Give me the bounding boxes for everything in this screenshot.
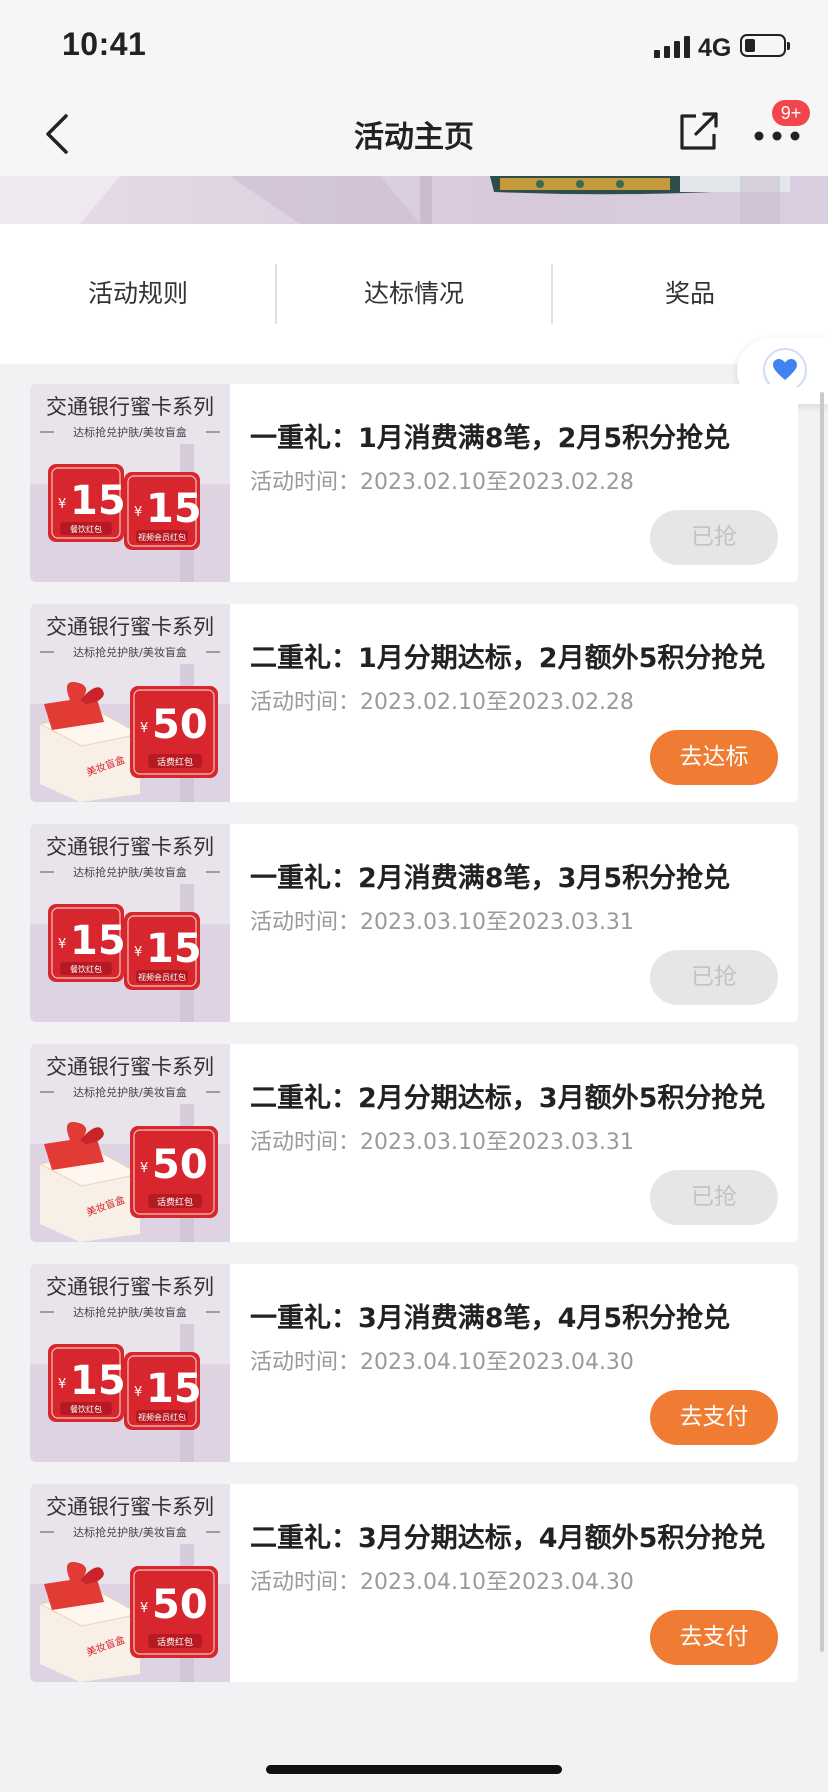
red-packet-value: 15	[146, 1366, 202, 1412]
red-packet: ¥15餐饮红包	[48, 464, 126, 542]
activity-title: 二重礼：3月分期达标，4月额外5积分抢兑	[250, 1523, 766, 1554]
currency-symbol: ¥	[140, 1601, 148, 1616]
thumb-series-subtitle: 达标抢兑护肤/美妆盲盒	[73, 1525, 187, 1539]
currency-symbol: ¥	[134, 1385, 142, 1400]
currency-symbol: ¥	[140, 1161, 148, 1176]
scrollbar[interactable]	[820, 392, 824, 1652]
activity-time: 活动时间：2023.04.10至2023.04.30	[250, 1570, 634, 1595]
red-packet-label: 餐饮红包	[70, 964, 102, 974]
currency-symbol: ¥	[58, 1377, 66, 1392]
activity-time: 活动时间：2023.02.10至2023.02.28	[250, 470, 634, 495]
heart-icon	[773, 359, 797, 380]
home-indicator[interactable]	[266, 1765, 562, 1774]
red-packet-label: 视频会员红包	[138, 532, 186, 542]
red-packet: ¥15视频会员红包	[124, 1352, 202, 1430]
activity-time: 活动时间：2023.03.10至2023.03.31	[250, 910, 634, 935]
thumb-series-subtitle: 达标抢兑护肤/美妆盲盒	[73, 425, 187, 439]
red-packet: ¥15视频会员红包	[124, 912, 202, 990]
thumb-series-title: 交通银行蜜卡系列	[46, 835, 214, 859]
activity-thumbnail: 交通银行蜜卡系列达标抢兑护肤/美妆盲盒¥ 15餐饮红包¥ 15视频会员红包	[30, 384, 230, 582]
activity-title: 一重礼：1月消费满8笔，2月5积分抢兑	[250, 423, 731, 454]
activity-title: 一重礼：2月消费满8笔，3月5积分抢兑	[250, 863, 731, 894]
activity-thumbnail: 交通银行蜜卡系列达标抢兑护肤/美妆盲盒美妆盲盒¥ 50话费红包	[30, 604, 230, 802]
activity-card: 交通银行蜜卡系列 达标抢兑护肤/美妆盲盒 美妆盲盒 ¥50 话费红包 二重礼：2月分期达…	[30, 1044, 798, 1242]
signal-icon	[654, 36, 690, 58]
activity-card: 交通银行蜜卡系列 达标抢兑护肤/美妆盲盒 美妆盲盒 ¥50 话费红包 二重礼：3月分期达…	[30, 1484, 798, 1682]
currency-symbol: ¥	[140, 721, 148, 736]
currency-symbol: ¥	[134, 505, 142, 520]
activity-action-button[interactable]: 去支付	[650, 1390, 778, 1445]
activity-card: 交通银行蜜卡系列 达标抢兑护肤/美妆盲盒 ¥15 餐饮红包 ¥15 视频会员红包 一重礼：…	[30, 1264, 798, 1462]
red-packet-value: 50	[152, 1142, 208, 1188]
activity-title: 二重礼：2月分期达标，3月额外5积分抢兑	[250, 1083, 766, 1114]
activity-title: 二重礼：1月分期达标，2月额外5积分抢兑	[250, 643, 766, 674]
activity-action-button[interactable]: 已抢	[650, 950, 778, 1005]
red-packet-label: 视频会员红包	[138, 972, 186, 982]
thumb-series-subtitle: 达标抢兑护肤/美妆盲盒	[73, 1085, 187, 1099]
red-packet-value: 15	[146, 486, 202, 532]
thumb-series-title: 交通银行蜜卡系列	[46, 1055, 214, 1079]
red-packet: ¥50 话费红包	[130, 686, 218, 778]
red-packet-value: 50	[152, 1582, 208, 1628]
red-packet: ¥50 话费红包	[130, 1126, 218, 1218]
currency-symbol: ¥	[58, 497, 66, 512]
red-packet: ¥50 话费红包	[130, 1566, 218, 1658]
red-packet-label: 餐饮红包	[70, 524, 102, 534]
banner-image	[0, 176, 828, 224]
activity-time: 活动时间：2023.03.10至2023.03.31	[250, 1130, 634, 1155]
red-packet-label: 话费红包	[157, 756, 193, 768]
activity-card: 交通银行蜜卡系列 达标抢兑护肤/美妆盲盒 ¥15 餐饮红包 ¥15 视频会员红包 一重礼：…	[30, 384, 798, 582]
currency-symbol: ¥	[58, 937, 66, 952]
thumb-series-subtitle: 达标抢兑护肤/美妆盲盒	[73, 865, 187, 879]
tab-bar: 活动规则 达标情况 奖品	[0, 224, 828, 364]
thumb-series-title: 交通银行蜜卡系列	[46, 615, 214, 639]
activity-thumbnail: 交通银行蜜卡系列达标抢兑护肤/美妆盲盒美妆盲盒¥ 50话费红包	[30, 1484, 230, 1682]
activity-time: 活动时间：2023.04.10至2023.04.30	[250, 1350, 634, 1375]
notification-badge: 9+	[772, 100, 810, 126]
activity-action-button[interactable]: 去达标	[650, 730, 778, 785]
thumb-series-subtitle: 达标抢兑护肤/美妆盲盒	[73, 1305, 187, 1319]
share-icon[interactable]	[676, 108, 722, 154]
status-time: 10:41	[62, 26, 147, 62]
activity-title: 一重礼：3月消费满8笔，4月5积分抢兑	[250, 1303, 731, 1334]
activity-time: 活动时间：2023.02.10至2023.02.28	[250, 690, 634, 715]
red-packet-label: 话费红包	[157, 1196, 193, 1208]
red-packet: ¥15视频会员红包	[124, 472, 202, 550]
activity-action-button[interactable]: 已抢	[650, 1170, 778, 1225]
activity-thumbnail: 交通银行蜜卡系列达标抢兑护肤/美妆盲盒美妆盲盒¥ 50话费红包	[30, 1044, 230, 1242]
activity-action-button[interactable]: 已抢	[650, 510, 778, 565]
red-packet-value: 15	[70, 478, 126, 524]
red-packet-label: 视频会员红包	[138, 1412, 186, 1422]
red-packet-label: 话费红包	[157, 1636, 193, 1648]
status-bar: 10:41 4G	[0, 0, 828, 92]
activity-action-button[interactable]: 去支付	[650, 1610, 778, 1665]
tab-rules[interactable]: 活动规则	[0, 224, 276, 364]
activity-card: 交通银行蜜卡系列 达标抢兑护肤/美妆盲盒 美妆盲盒 ¥50 话费红包 二重礼：1月分期达…	[30, 604, 798, 802]
red-packet-value: 15	[70, 918, 126, 964]
tab-progress[interactable]: 达标情况	[276, 224, 552, 364]
thumb-series-title: 交通银行蜜卡系列	[46, 395, 214, 419]
thumb-series-title: 交通银行蜜卡系列	[46, 1275, 214, 1299]
network-type: 4G	[698, 34, 732, 62]
currency-symbol: ¥	[134, 945, 142, 960]
red-packet: ¥15餐饮红包	[48, 904, 126, 982]
nav-bar: 活动主页 9+	[0, 92, 828, 176]
activity-thumbnail: 交通银行蜜卡系列达标抢兑护肤/美妆盲盒¥ 15餐饮红包¥ 15视频会员红包	[30, 1264, 230, 1462]
red-packet-label: 餐饮红包	[70, 1404, 102, 1414]
red-packet-value: 50	[152, 702, 208, 748]
red-packet-value: 15	[70, 1358, 126, 1404]
red-packet-value: 15	[146, 926, 202, 972]
battery-icon	[740, 34, 790, 57]
activity-card: 交通银行蜜卡系列 达标抢兑护肤/美妆盲盒 ¥15 餐饮红包 ¥15 视频会员红包 一重礼：…	[30, 824, 798, 1022]
thumb-series-subtitle: 达标抢兑护肤/美妆盲盒	[73, 645, 187, 659]
activity-thumbnail: 交通银行蜜卡系列达标抢兑护肤/美妆盲盒¥ 15餐饮红包¥ 15视频会员红包	[30, 824, 230, 1022]
red-packet: ¥15餐饮红包	[48, 1344, 126, 1422]
thumb-series-title: 交通银行蜜卡系列	[46, 1495, 214, 1519]
